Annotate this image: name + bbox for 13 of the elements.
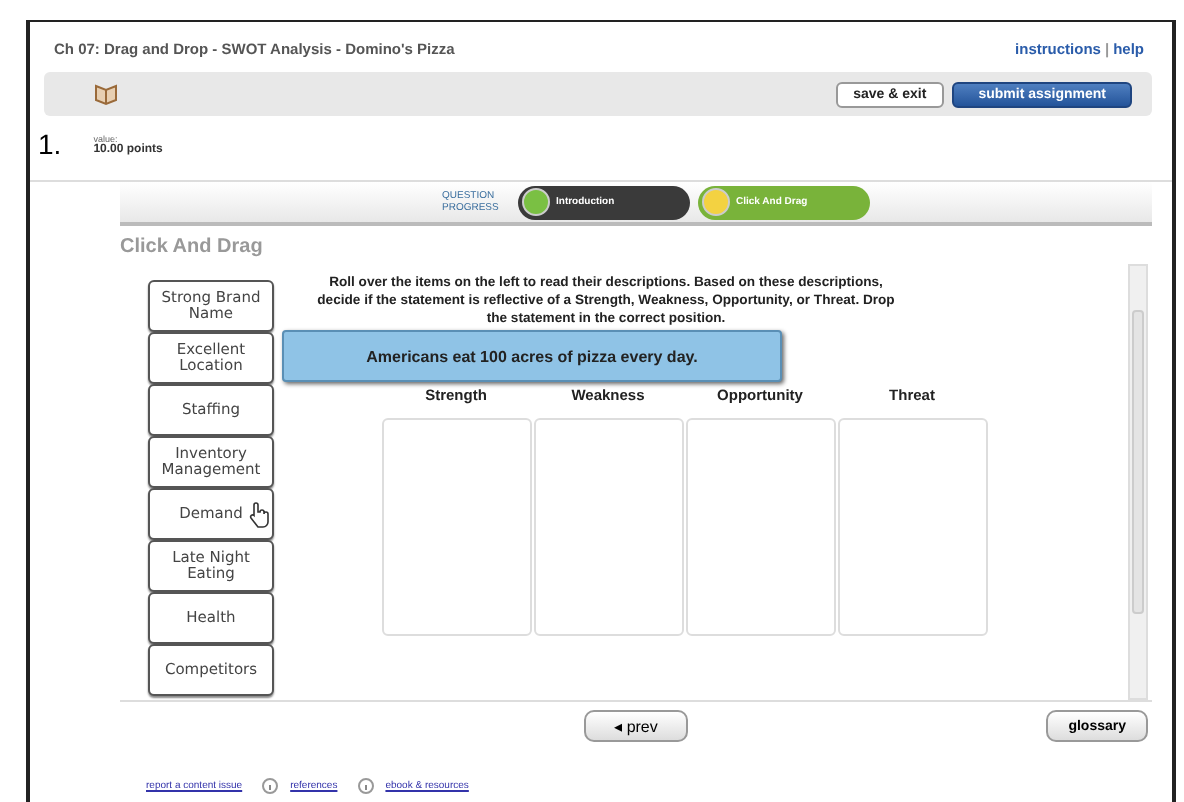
drop-zone[interactable]: [837, 418, 987, 637]
info-icon: [357, 778, 374, 794]
question-number: 1.: [38, 128, 62, 160]
drop-zone[interactable]: [533, 418, 683, 637]
hand-cursor-icon: [248, 502, 270, 528]
drop-zone[interactable]: [685, 418, 835, 637]
prev-button[interactable]: ◂ prev: [584, 710, 688, 742]
info-icon: [262, 778, 279, 794]
scrollbar[interactable]: [1128, 264, 1148, 700]
book-icon[interactable]: [94, 82, 118, 106]
section-title: Click And Drag: [120, 234, 265, 262]
drop-zone[interactable]: [381, 418, 531, 637]
statement-card[interactable]: Americans eat 100 acres of pizza every day.: [282, 330, 782, 383]
